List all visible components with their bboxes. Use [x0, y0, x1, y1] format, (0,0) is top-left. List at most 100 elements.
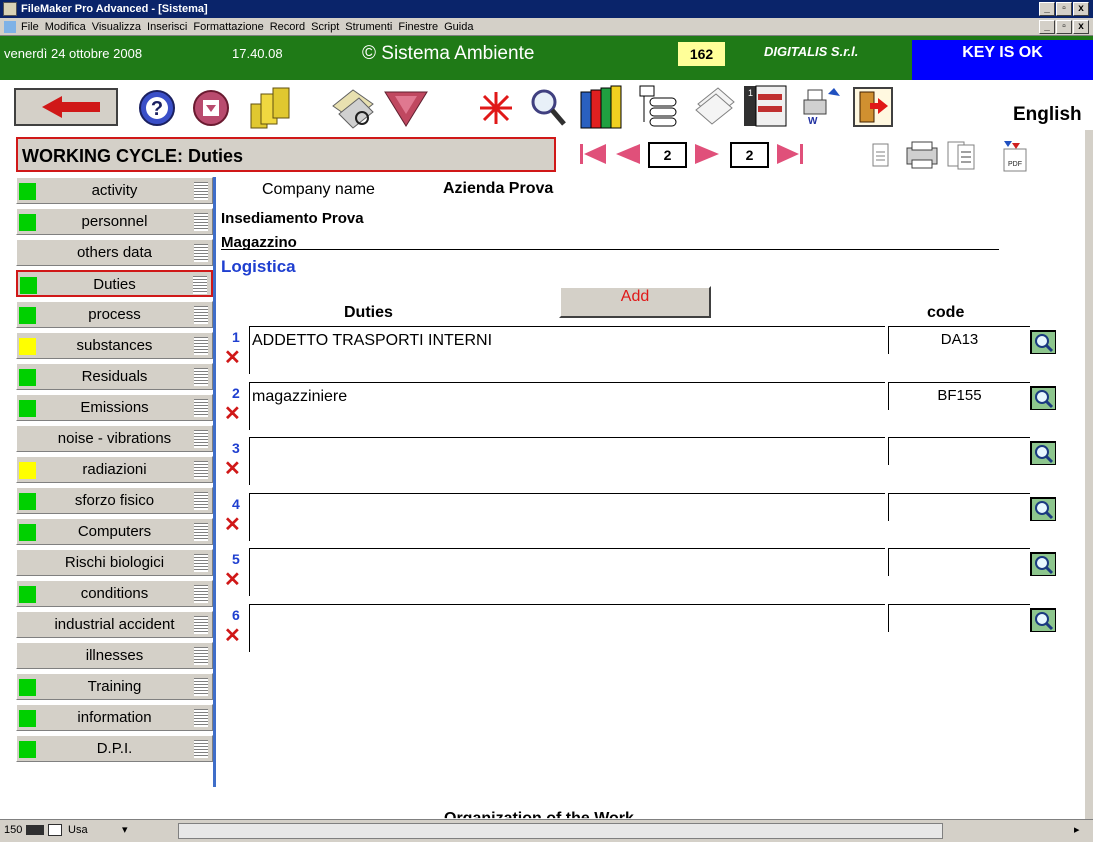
current-page-field[interactable]: 2	[648, 142, 687, 168]
drag-handle-icon[interactable]	[194, 554, 208, 572]
delete-row-icon[interactable]: ✕	[224, 570, 241, 590]
sidebar-item[interactable]: Duties	[16, 270, 213, 297]
download-icon[interactable]	[191, 88, 233, 128]
code-field[interactable]: DA13	[888, 326, 1030, 354]
delete-row-icon[interactable]: ✕	[224, 348, 241, 368]
drag-handle-icon[interactable]	[194, 306, 208, 324]
doc-close-button[interactable]: x	[1073, 20, 1089, 34]
documents-icon[interactable]	[692, 84, 738, 130]
sidebar-item[interactable]: conditions	[16, 580, 213, 607]
menu-strumenti[interactable]: Strumenti	[345, 21, 392, 33]
drag-handle-icon[interactable]	[194, 709, 208, 727]
drag-handle-icon[interactable]	[194, 616, 208, 634]
delete-row-icon[interactable]: ✕	[224, 459, 241, 479]
sidebar-item[interactable]: personnel	[16, 208, 213, 235]
sidebar-item[interactable]: Training	[16, 673, 213, 700]
duty-field[interactable]	[249, 604, 885, 652]
back-arrow-icon[interactable]	[14, 88, 118, 126]
sidebar-item[interactable]: substances	[16, 332, 213, 359]
sidebar-item[interactable]: process	[16, 301, 213, 328]
last-record-icon[interactable]	[775, 141, 805, 167]
zoom-level[interactable]: 150	[4, 824, 22, 836]
code-field[interactable]: BF155	[888, 382, 1030, 410]
lookup-search-icon[interactable]	[1030, 330, 1056, 354]
sidebar-item[interactable]: information	[16, 704, 213, 731]
close-button[interactable]: x	[1073, 2, 1089, 16]
print-icon[interactable]	[904, 140, 940, 170]
funnel-icon[interactable]	[383, 88, 429, 128]
printer-word-icon[interactable]: W	[800, 86, 848, 128]
lookup-search-icon[interactable]	[1030, 441, 1056, 465]
drag-handle-icon[interactable]	[194, 740, 208, 758]
drag-handle-icon[interactable]	[194, 523, 208, 541]
mode-selector[interactable]: Usa	[68, 824, 88, 836]
horizontal-scrollbar[interactable]	[178, 823, 943, 839]
drag-handle-icon[interactable]	[194, 213, 208, 231]
exit-door-icon[interactable]	[852, 86, 894, 128]
first-record-icon[interactable]	[578, 141, 608, 167]
drag-handle-icon[interactable]	[194, 647, 208, 665]
zoom-controls-icon[interactable]	[26, 825, 44, 835]
previous-record-icon[interactable]	[612, 141, 642, 167]
pdf-icon[interactable]: PDF	[1000, 139, 1030, 173]
sidebar-item[interactable]: noise - vibrations	[16, 425, 213, 452]
code-field[interactable]	[888, 437, 1030, 465]
drag-handle-icon[interactable]	[194, 182, 208, 200]
mode-dropdown-icon[interactable]: ▾	[122, 823, 128, 836]
restore-button[interactable]: ▫	[1056, 2, 1072, 16]
menu-visualizza[interactable]: Visualizza	[92, 21, 141, 33]
sidebar-item[interactable]: others data	[16, 239, 213, 266]
drag-handle-icon[interactable]	[194, 399, 208, 417]
duty-field[interactable]: ADDETTO TRASPORTI INTERNI	[249, 326, 885, 374]
language-selector[interactable]: English	[1013, 104, 1082, 126]
next-record-icon[interactable]	[693, 141, 723, 167]
asterisk-icon[interactable]	[476, 90, 516, 126]
status-area-icon[interactable]	[48, 824, 62, 836]
minimize-button[interactable]: _	[1039, 2, 1055, 16]
duty-field[interactable]	[249, 437, 885, 485]
sidebar-item[interactable]: illnesses	[16, 642, 213, 669]
sidebar-item[interactable]: Rischi biologici	[16, 549, 213, 576]
drag-handle-icon[interactable]	[194, 492, 208, 510]
drag-handle-icon[interactable]	[194, 368, 208, 386]
lookup-search-icon[interactable]	[1030, 386, 1056, 410]
code-field[interactable]	[888, 493, 1030, 521]
duty-field[interactable]: magazziniere	[249, 382, 885, 430]
drag-handle-icon[interactable]	[194, 461, 208, 479]
menu-modifica[interactable]: Modifica	[45, 21, 86, 33]
duty-field[interactable]	[249, 493, 885, 541]
sidebar-item[interactable]: industrial accident	[16, 611, 213, 638]
filmstrip-icon[interactable]: 1	[742, 84, 788, 128]
drag-handle-icon[interactable]	[193, 276, 207, 294]
delete-row-icon[interactable]: ✕	[224, 515, 241, 535]
drag-handle-icon[interactable]	[194, 337, 208, 355]
notes-icon[interactable]	[329, 86, 379, 130]
page-icon[interactable]	[870, 142, 892, 168]
sidebar-item[interactable]: Emissions	[16, 394, 213, 421]
books-icon[interactable]	[577, 84, 627, 130]
sidebar-item[interactable]: sforzo fisico	[16, 487, 213, 514]
document-icon[interactable]	[4, 20, 16, 33]
menu-finestre[interactable]: Finestre	[398, 21, 438, 33]
menu-formattazione[interactable]: Formattazione	[193, 21, 263, 33]
menu-inserisci[interactable]: Inserisci	[147, 21, 187, 33]
menu-script[interactable]: Script	[311, 21, 339, 33]
menu-record[interactable]: Record	[270, 21, 305, 33]
doc-restore-button[interactable]: ▫	[1056, 20, 1072, 34]
vertical-scrollbar[interactable]	[1085, 130, 1093, 820]
document-list-icon[interactable]	[946, 140, 978, 170]
menu-file[interactable]: File	[21, 21, 39, 33]
code-field[interactable]	[888, 604, 1030, 632]
lookup-search-icon[interactable]	[1030, 608, 1056, 632]
lookup-search-icon[interactable]	[1030, 552, 1056, 576]
duty-field[interactable]	[249, 548, 885, 596]
help-icon[interactable]: ?	[137, 88, 179, 128]
code-field[interactable]	[888, 548, 1030, 576]
sidebar-item[interactable]: Residuals	[16, 363, 213, 390]
sidebar-item[interactable]: radiazioni	[16, 456, 213, 483]
delete-row-icon[interactable]: ✕	[224, 404, 241, 424]
drag-handle-icon[interactable]	[194, 585, 208, 603]
sidebar-item[interactable]: Computers	[16, 518, 213, 545]
doc-minimize-button[interactable]: _	[1039, 20, 1055, 34]
menu-guida[interactable]: Guida	[444, 21, 473, 33]
